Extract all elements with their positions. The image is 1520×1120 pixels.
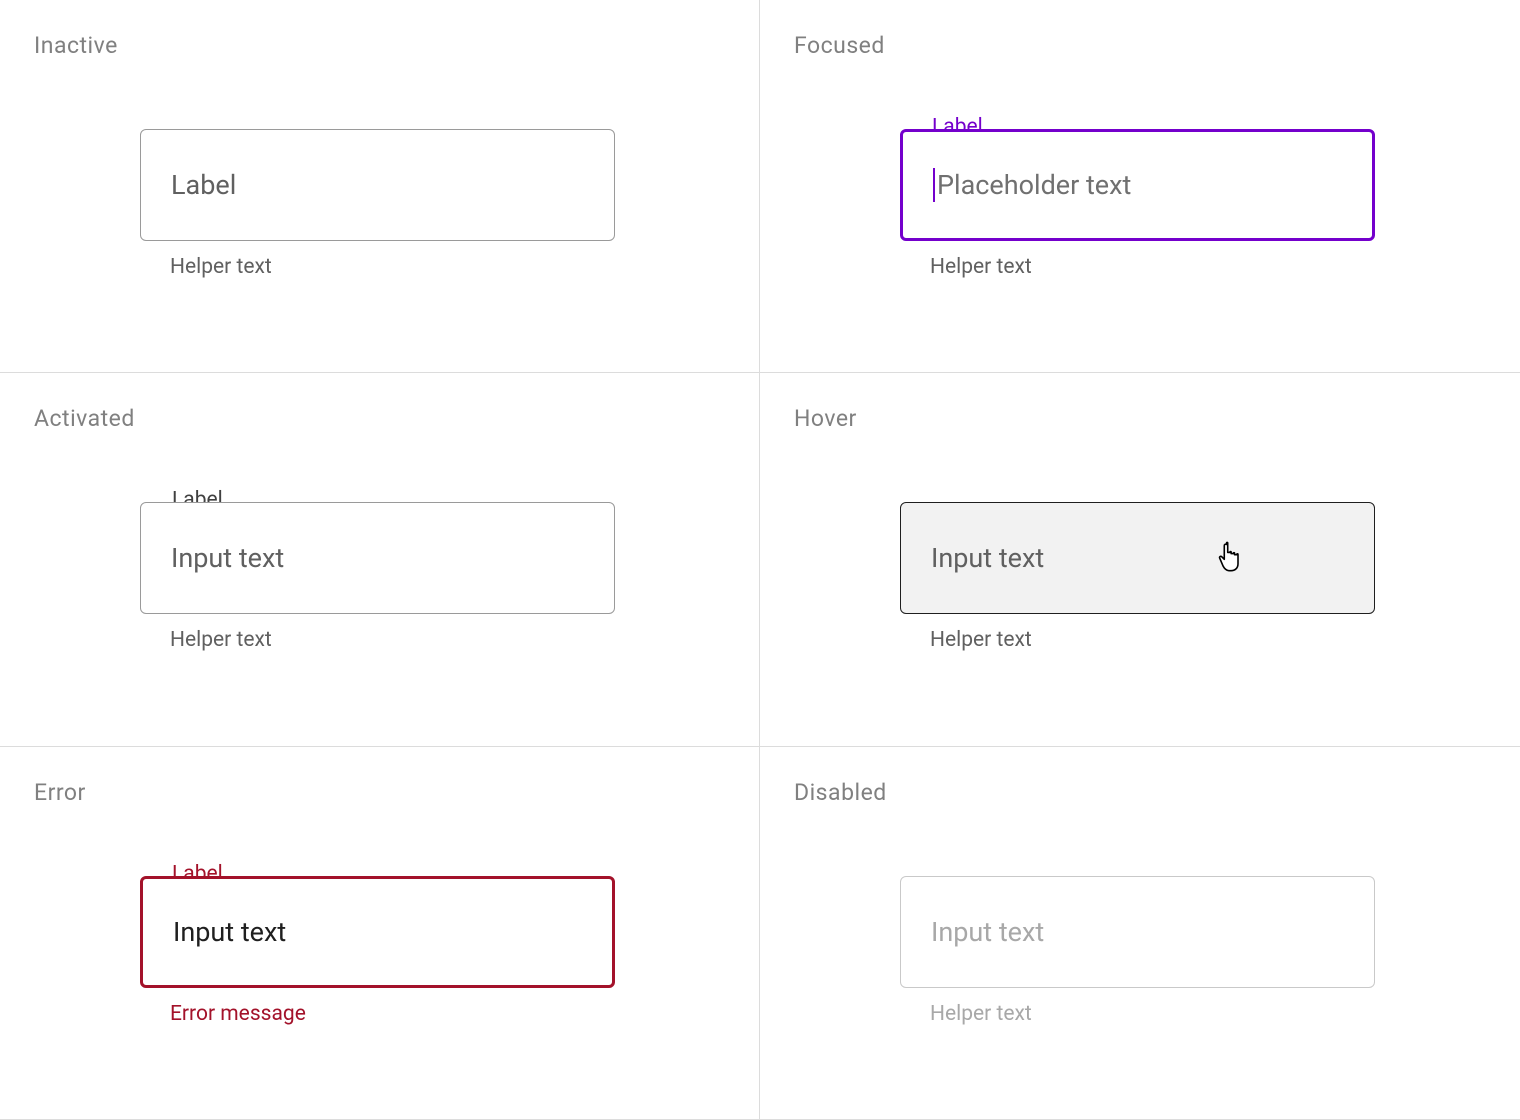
state-cell-hover: Hover Input text Helper text <box>760 373 1520 746</box>
helper-text: Helper text <box>930 255 1375 279</box>
helper-text: Helper text <box>170 628 615 652</box>
text-input[interactable]: Input text <box>140 876 615 988</box>
error-message: Error message <box>170 1002 615 1026</box>
state-cell-disabled: Disabled Input text Helper text <box>760 747 1520 1120</box>
state-title: Disabled <box>794 779 1486 806</box>
helper-text: Helper text <box>930 1002 1375 1026</box>
text-field-hover: Input text Helper text <box>900 502 1375 652</box>
text-caret-icon <box>933 168 935 202</box>
placeholder-text: Placeholder text <box>937 169 1131 201</box>
input-label-resting: Label <box>171 169 236 201</box>
text-input[interactable]: Input text <box>900 502 1375 614</box>
state-cell-focused: Focused Label Placeholder text Helper te… <box>760 0 1520 373</box>
input-value: Input text <box>931 542 1044 574</box>
text-input[interactable]: Input text <box>140 502 615 614</box>
hand-pointer-icon <box>1216 541 1244 573</box>
text-field-inactive: Label Helper text <box>140 129 615 279</box>
text-field-disabled: Input text Helper text <box>900 876 1375 1026</box>
input-value: Input text <box>171 542 284 574</box>
text-input[interactable]: Placeholder text <box>900 129 1375 241</box>
text-field-error: Label Input text Error message <box>140 876 615 1026</box>
state-title: Hover <box>794 405 1486 432</box>
text-input[interactable]: Label <box>140 129 615 241</box>
state-cell-activated: Activated Label Input text Helper text <box>0 373 760 746</box>
helper-text: Helper text <box>170 255 615 279</box>
input-value: Input text <box>173 916 286 948</box>
state-title: Inactive <box>34 32 725 59</box>
text-field-activated: Label Input text Helper text <box>140 502 615 652</box>
text-field-focused: Label Placeholder text Helper text <box>900 129 1375 279</box>
state-title: Activated <box>34 405 725 432</box>
state-cell-inactive: Inactive Label Helper text <box>0 0 760 373</box>
state-title: Focused <box>794 32 1486 59</box>
text-input: Input text <box>900 876 1375 988</box>
input-value: Input text <box>931 916 1044 948</box>
state-title: Error <box>34 779 725 806</box>
helper-text: Helper text <box>930 628 1375 652</box>
state-cell-error: Error Label Input text Error message <box>0 747 760 1120</box>
